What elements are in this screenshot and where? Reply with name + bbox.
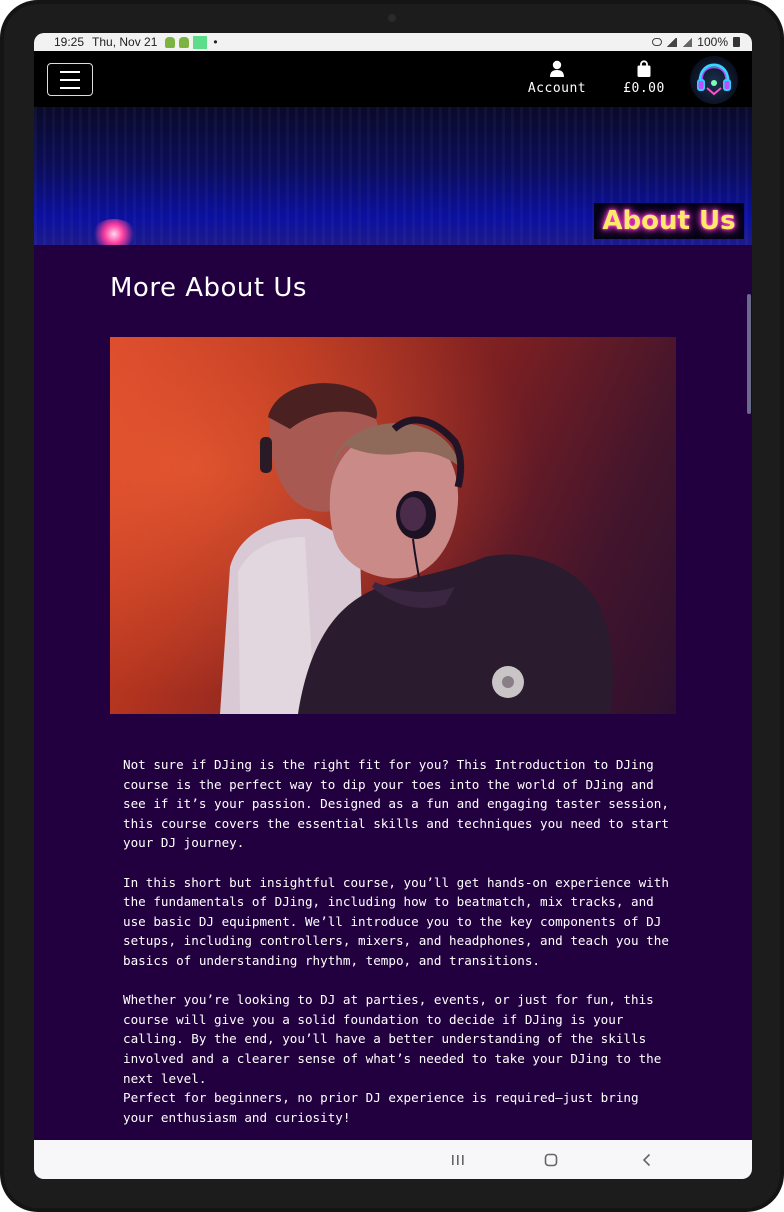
description-paragraph: Not sure if DJing is the right fit for y… bbox=[123, 757, 669, 851]
battery-percent: 100% bbox=[697, 35, 728, 49]
hamburger-menu-icon bbox=[60, 78, 80, 81]
description-paragraph: Whether you’re looking to DJ at parties,… bbox=[123, 992, 662, 1086]
status-bar: 19:25 Thu, Nov 21 • 100% bbox=[34, 33, 752, 51]
cart-link[interactable]: £0.00 bbox=[616, 60, 672, 100]
android-icon bbox=[165, 36, 176, 48]
page-title: More About Us bbox=[110, 273, 307, 303]
signal-icon bbox=[682, 37, 693, 47]
dj-headphones-logo-icon bbox=[697, 63, 731, 96]
hamburger-menu-icon bbox=[60, 86, 80, 89]
hero-title: About Us bbox=[594, 203, 744, 239]
home-icon[interactable] bbox=[543, 1152, 559, 1168]
android-icon bbox=[179, 36, 190, 48]
hamburger-menu-icon bbox=[60, 70, 80, 73]
dj-photo bbox=[110, 337, 676, 714]
key-icon bbox=[652, 38, 663, 46]
user-icon bbox=[524, 60, 590, 78]
system-navigation-bar bbox=[34, 1140, 752, 1179]
battery-icon bbox=[733, 37, 740, 47]
status-icons: 100% bbox=[652, 35, 740, 49]
course-description: Not sure if DJing is the right fit for y… bbox=[123, 755, 669, 1147]
status-date: Thu, Nov 21 bbox=[92, 35, 158, 49]
site-navbar: Account £0.00 bbox=[34, 51, 752, 107]
status-time: 19:25 bbox=[54, 35, 85, 49]
browser-screen: 19:25 Thu, Nov 21 • 100% Account £0.00 A… bbox=[34, 33, 752, 1179]
back-icon[interactable] bbox=[639, 1152, 655, 1168]
site-logo[interactable] bbox=[690, 56, 738, 104]
front-camera bbox=[388, 14, 396, 22]
account-label: Account bbox=[527, 81, 587, 96]
account-link[interactable]: Account bbox=[524, 60, 590, 100]
recent-apps-icon[interactable] bbox=[450, 1152, 466, 1168]
app-notification-icon bbox=[193, 35, 208, 49]
page-scrollbar[interactable] bbox=[747, 294, 751, 414]
about-section: More About Us Not sure if DJing is the r… bbox=[34, 245, 752, 1179]
description-paragraph: Perfect for beginners, no prior DJ exper… bbox=[123, 1090, 639, 1125]
status-dot: • bbox=[213, 35, 218, 49]
tablet-frame: 19:25 Thu, Nov 21 • 100% Account £0.00 A… bbox=[0, 0, 784, 1212]
hero-banner: About Us bbox=[34, 107, 752, 249]
description-paragraph: In this short but insightful course, you… bbox=[123, 874, 669, 968]
wifi-icon bbox=[667, 37, 678, 47]
menu-toggle-button[interactable] bbox=[47, 63, 93, 96]
shopping-bag-icon bbox=[616, 60, 672, 78]
cart-total: £0.00 bbox=[623, 81, 665, 96]
